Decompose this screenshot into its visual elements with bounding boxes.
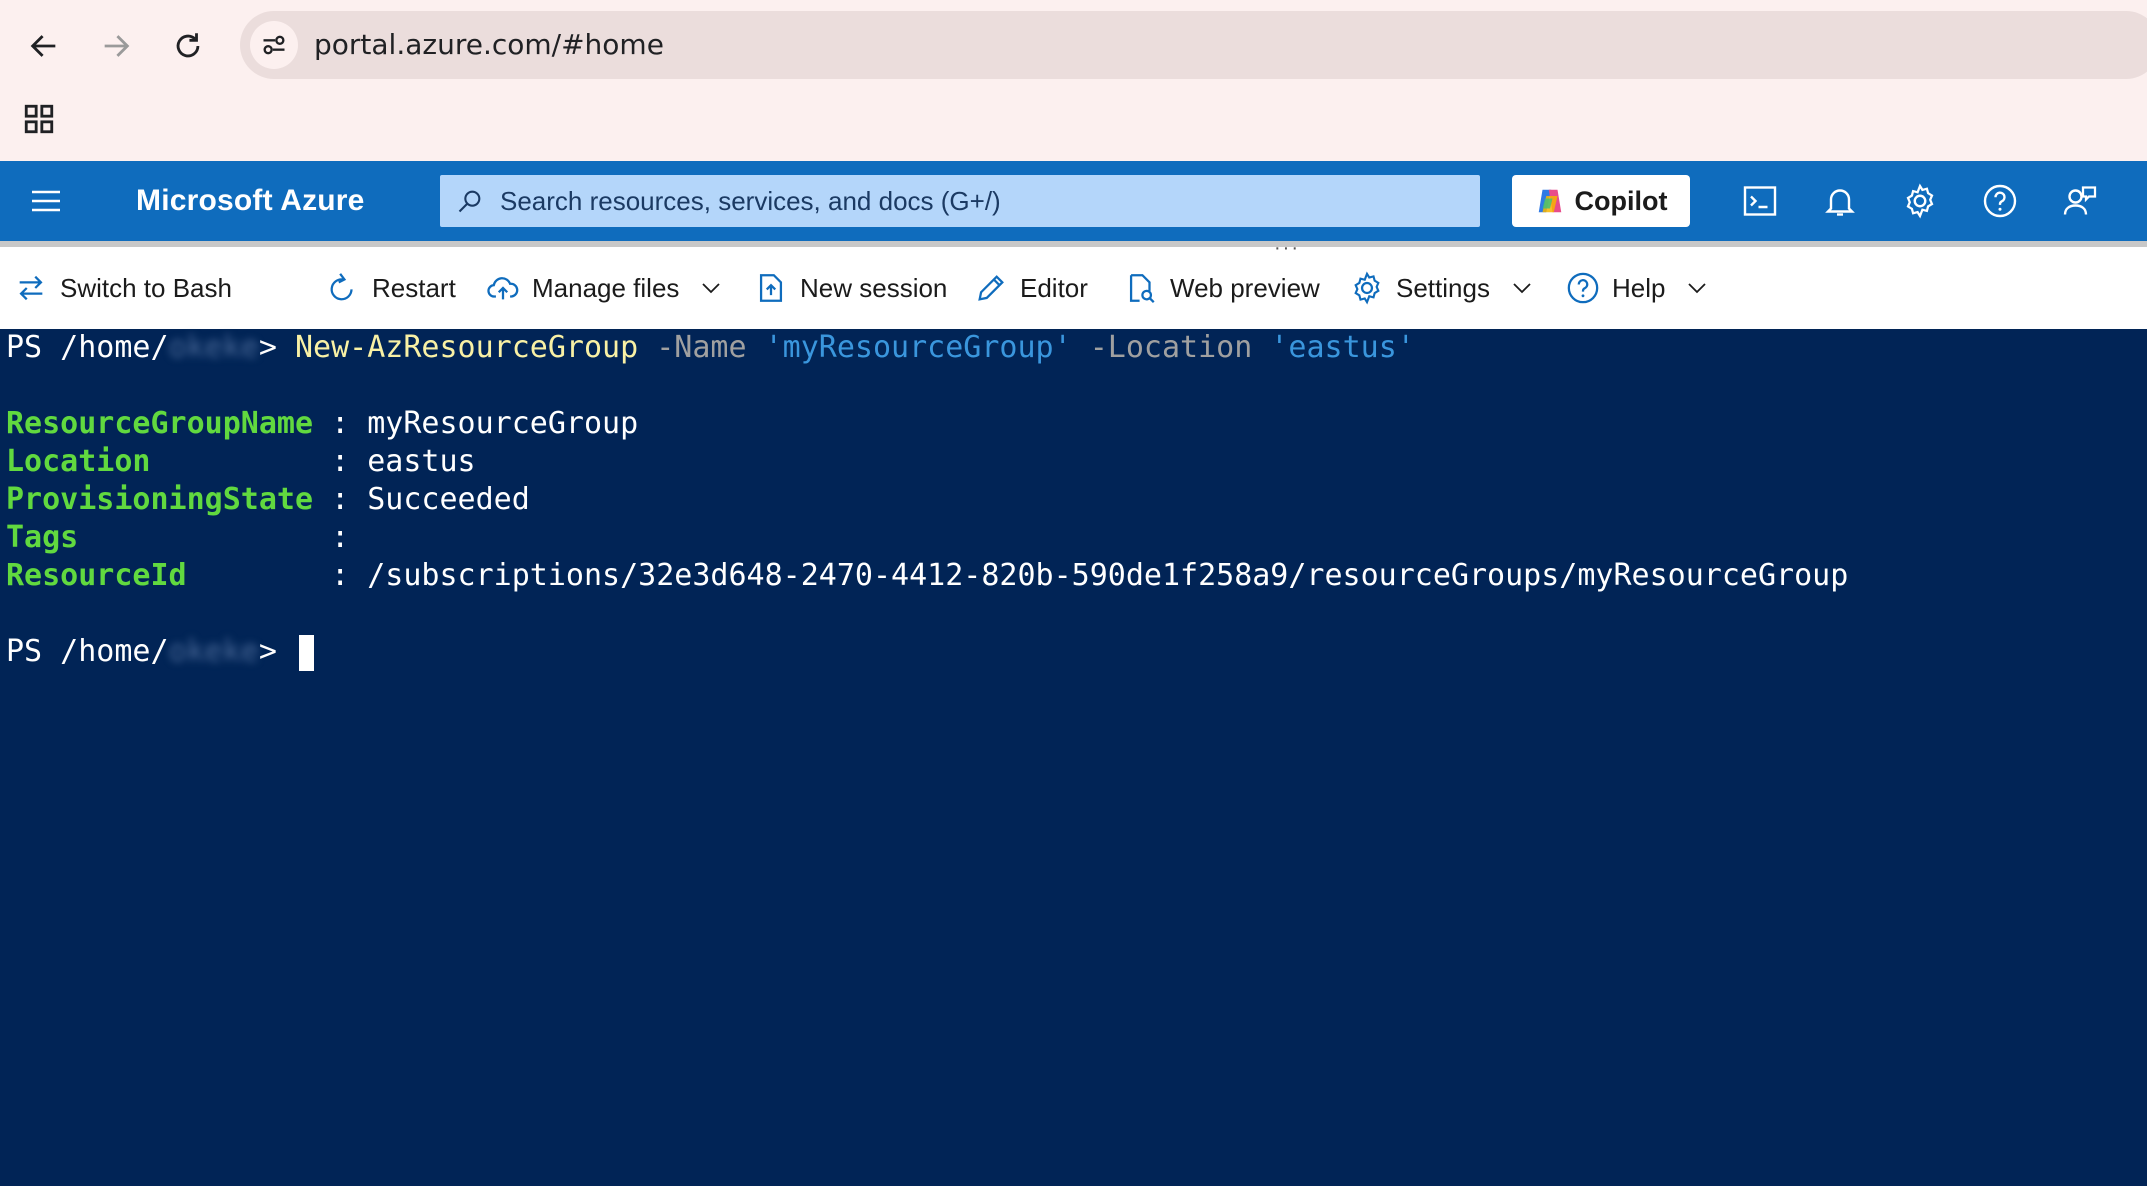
manage-files-button[interactable]: Manage files [486, 247, 723, 329]
editor-label: Editor [1020, 272, 1088, 303]
output-sep: : [313, 444, 368, 479]
restart-icon [330, 273, 353, 301]
cursor [299, 634, 314, 671]
address-bar[interactable]: portal.azure.com/#home [240, 11, 2147, 79]
settings-button[interactable]: Settings [1350, 247, 1534, 329]
param-name: -Name [638, 330, 765, 365]
output-row: Tags : [6, 519, 367, 557]
prompt-prefix: PS /home/ [6, 330, 169, 365]
param-value: 'myResourceGroup' [764, 330, 1072, 365]
copilot-label: Copilot [1574, 185, 1668, 216]
help-icon[interactable] [1978, 179, 2022, 223]
bell-icon[interactable] [1818, 179, 1862, 223]
command-line: PS /home/okeke> New-AzResourceGroup -Nam… [6, 329, 1415, 367]
output-value: eastus [367, 444, 476, 479]
site-info-icon[interactable] [250, 21, 298, 69]
output-sep: : [313, 482, 368, 517]
output-sep: : [313, 406, 368, 441]
apps-icon[interactable] [22, 102, 56, 136]
restart-label: Restart [372, 272, 456, 303]
new-session-icon [759, 274, 783, 302]
new-session-button[interactable]: New session [754, 247, 947, 329]
copilot-button[interactable]: Copilot [1512, 175, 1690, 227]
help-label: Help [1612, 272, 1666, 303]
brand-title[interactable]: Microsoft Azure [136, 161, 365, 241]
switch-to-bash-button[interactable]: Switch to Bash [14, 247, 232, 329]
web-preview-button[interactable]: Web preview [1124, 247, 1320, 329]
prompt-user: okeke [168, 330, 259, 365]
cloud-shell-icon[interactable] [1738, 179, 1782, 223]
chevron-down-icon [1513, 283, 1531, 294]
output-key: ResourceId [6, 558, 314, 593]
cloud-shell-toolbar: ··· Switch to Bash Restart Manage files … [0, 238, 2147, 329]
command-name: New-AzResourceGroup [295, 330, 639, 365]
chevron-down-icon [1688, 283, 1707, 294]
pencil-icon [978, 275, 1004, 301]
output-value: myResourceGroup [367, 406, 639, 441]
param-location: -Location [1071, 330, 1271, 365]
cloud-upload-icon [487, 277, 519, 300]
forward-icon[interactable] [90, 20, 142, 72]
terminal[interactable]: PS /home/okeke> New-AzResourceGroup -Nam… [0, 329, 2147, 1186]
gear-icon [1354, 271, 1380, 305]
manage-files-label: Manage files [532, 272, 680, 303]
azure-header: Microsoft Azure Copilot [0, 161, 2147, 241]
search-icon [456, 187, 484, 215]
browser-chrome: portal.azure.com/#home [0, 0, 2147, 161]
switch-icon [19, 275, 43, 301]
output-value: /subscriptions/32e3d648-2470-4412-820b-5… [367, 558, 1849, 593]
search-box[interactable] [440, 175, 1480, 227]
param-location-value: 'eastus' [1270, 330, 1415, 365]
output-key: Tags [6, 520, 314, 555]
output-key: ResourceGroupName [6, 406, 314, 441]
url-text[interactable]: portal.azure.com/#home [314, 11, 664, 79]
output-row: Location : eastus [6, 443, 476, 481]
web-preview-icon [1129, 274, 1155, 303]
output-key: Location [6, 444, 314, 479]
copilot-icon [1538, 189, 1561, 213]
chevron-down-icon [702, 283, 721, 294]
output-row: ProvisioningState : Succeeded [6, 481, 530, 519]
gear-icon[interactable] [1898, 179, 1942, 223]
menu-icon[interactable] [28, 183, 68, 219]
output-sep: : [313, 520, 368, 555]
output-value: Succeeded [367, 482, 530, 517]
help-icon [1567, 272, 1599, 304]
web-preview-label: Web preview [1170, 272, 1320, 303]
back-icon[interactable] [18, 20, 70, 72]
restart-button[interactable]: Restart [326, 247, 456, 329]
settings-label: Settings [1396, 272, 1490, 303]
prompt-line[interactable]: PS /home/okeke> [6, 633, 314, 671]
editor-button[interactable]: Editor [974, 247, 1088, 329]
search-input[interactable] [500, 175, 1460, 227]
prompt-user: okeke [168, 634, 259, 669]
help-button[interactable]: Help [1566, 247, 1709, 329]
output-row: ResourceId : /subscriptions/32e3d648-247… [6, 557, 1848, 595]
switch-label: Switch to Bash [60, 272, 232, 303]
feedback-icon[interactable] [2058, 179, 2102, 223]
reload-icon[interactable] [162, 20, 214, 72]
prompt-suffix: > [258, 330, 295, 365]
output-row: ResourceGroupName : myResourceGroup [6, 405, 638, 443]
output-key: ProvisioningState [6, 482, 314, 517]
prompt-prefix: PS /home/ [6, 634, 169, 669]
new-session-label: New session [800, 272, 948, 303]
prompt-suffix: > [258, 634, 295, 669]
output-sep: : [313, 558, 368, 593]
